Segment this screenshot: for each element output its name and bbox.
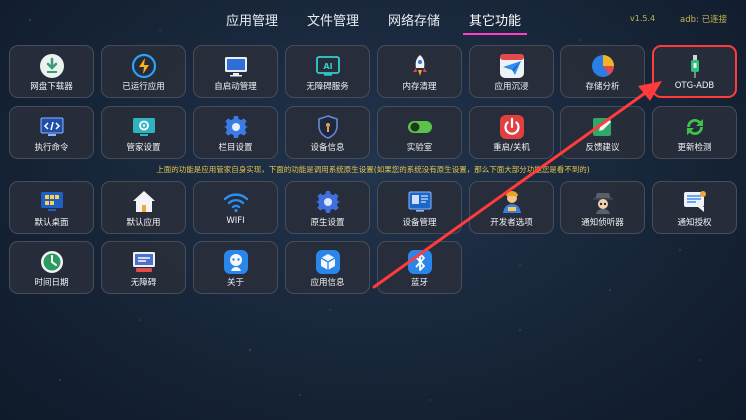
desktop-grid-icon [39,189,65,215]
usb-cable-icon [682,54,708,80]
svg-text:AI: AI [323,62,332,71]
tile-update-check[interactable]: 更新检测 [652,106,737,159]
monitor-icon [223,53,249,79]
tile-memory-clean[interactable]: 内存清理 [377,45,462,98]
tile-label: 设备管理 [402,218,437,228]
accessibility-icon [131,249,157,275]
tile-label: 已运行应用 [122,82,165,92]
lightning-icon [131,53,157,79]
tile-label: 内存清理 [402,82,437,92]
tile-label: 反馈建议 [585,143,620,153]
tile-label: 栏目设置 [218,143,253,153]
tile-label: 通知授权 [677,218,712,228]
tile-feedback[interactable]: 反馈建议 [560,106,645,159]
tab-other-functions[interactable]: 其它功能 [469,10,521,29]
tile-label: 时间日期 [34,278,69,288]
tile-label: 管家设置 [126,143,161,153]
wifi-icon [223,189,249,215]
tile-label: 无障碍服务 [306,82,349,92]
tile-date-time[interactable]: 时间日期 [9,241,94,294]
rocket-icon [407,53,433,79]
tile-label: 网盘下载器 [30,82,73,92]
tile-cloud-downloader[interactable]: 网盘下载器 [9,45,94,98]
tile-label: 重启/关机 [493,143,530,153]
tile-bluetooth[interactable]: 蓝牙 [377,241,462,294]
gear-icon [222,114,249,140]
tile-label: 存储分析 [585,82,620,92]
tab-app-management[interactable]: 应用管理 [226,10,278,29]
gear-icon [314,189,341,215]
bluetooth-icon [407,249,433,275]
tile-notification-listener[interactable]: 通知侦听器 [560,181,645,234]
tile-label: 默认应用 [126,218,161,228]
message-icon [682,189,708,215]
tile-default-launcher[interactable]: 默认桌面 [9,181,94,234]
box-icon [315,249,341,275]
tile-developer-options[interactable]: 开发者选项 [469,181,554,234]
ai-screen-icon: AI [315,53,341,79]
tile-device-info[interactable]: 设备信息 [285,106,370,159]
tile-laboratory[interactable]: 实验室 [377,106,462,159]
edit-icon [590,114,616,140]
code-screen-icon [39,114,65,140]
tile-label: 默认桌面 [34,218,69,228]
toggle-icon [407,114,433,140]
adb-status: adb: 已连接 [680,15,728,25]
tile-about[interactable]: 关于 [193,241,278,294]
tile-storage-analysis[interactable]: 存储分析 [560,45,645,98]
tab-network-storage[interactable]: 网络存储 [388,10,440,29]
refresh-icon [682,114,708,140]
tile-label: 开发者选项 [490,218,533,228]
tile-accessibility-service[interactable]: AI 无障碍服务 [285,45,370,98]
tile-manager-settings[interactable]: 管家设置 [101,106,186,159]
settings-screen-icon [131,114,157,140]
tile-label: 无障碍 [130,278,157,288]
tile-app-immersive[interactable]: 应用沉浸 [469,45,554,98]
device-screen-icon [407,189,433,215]
tile-otg-adb[interactable]: OTG-ADB [652,45,737,98]
tile-label: 关于 [226,278,244,288]
version-label: v1.5.4 [630,14,656,23]
active-tab-indicator [463,33,527,35]
developer-icon [499,189,525,215]
detective-icon [590,189,616,215]
tile-label: 实验室 [406,143,433,153]
tile-running-apps[interactable]: 已运行应用 [101,45,186,98]
tile-label: 应用信息 [310,278,345,288]
tile-device-management[interactable]: 设备管理 [377,181,462,234]
tile-label: 蓝牙 [410,278,428,288]
tile-label: WIFI [226,216,245,226]
pie-chart-icon [590,53,616,79]
tile-label: OTG-ADB [674,81,715,91]
native-settings-notice: 上面的功能是应用管家自身实现，下面的功能是调用系统原生设置(如果您的系统没有原生… [156,165,590,174]
home-icon [131,189,157,215]
robot-icon [223,249,249,275]
tile-label: 自启动管理 [214,82,257,92]
tile-reboot-shutdown[interactable]: 重启/关机 [469,106,554,159]
tile-label: 原生设置 [310,218,345,228]
tile-accessibility[interactable]: 无障碍 [101,241,186,294]
tile-label: 设备信息 [310,143,345,153]
tile-label: 通知侦听器 [581,218,624,228]
tile-app-info[interactable]: 应用信息 [285,241,370,294]
tile-label: 更新检测 [677,143,712,153]
tile-default-apps[interactable]: 默认应用 [101,181,186,234]
tile-autostart-management[interactable]: 自启动管理 [193,45,278,98]
tile-label: 执行命令 [34,143,69,153]
power-icon [499,114,525,140]
tile-wifi[interactable]: WIFI [193,181,278,234]
shield-icon [315,114,341,140]
tile-label: 应用沉浸 [494,82,529,92]
tile-execute-command[interactable]: 执行命令 [9,106,94,159]
download-icon [39,53,65,79]
clock-icon [39,249,65,275]
tile-column-settings[interactable]: 栏目设置 [193,106,278,159]
tab-file-management[interactable]: 文件管理 [307,10,359,29]
tile-notification-authorization[interactable]: 通知授权 [652,181,737,234]
tile-native-settings[interactable]: 原生设置 [285,181,370,234]
paper-plane-icon [499,53,525,79]
